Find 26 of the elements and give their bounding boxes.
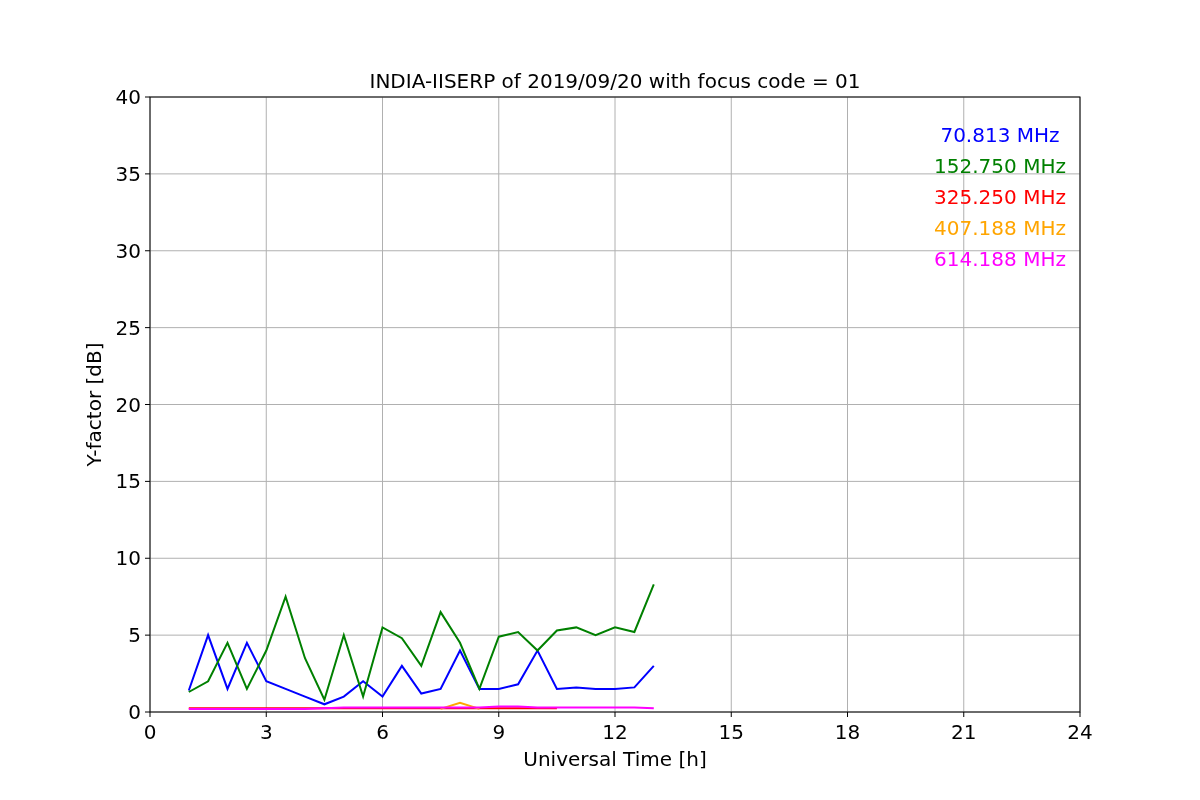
- tick-label: 0: [143, 720, 157, 744]
- legend-label: 407.188 MHz: [934, 216, 1066, 240]
- x-axis-label: Universal Time [h]: [523, 747, 707, 771]
- tick-label: 15: [718, 720, 744, 744]
- tick-label: 6: [376, 720, 389, 744]
- tick-label: 5: [128, 623, 141, 648]
- y-axis-label: Y-factor [dB]: [82, 342, 106, 467]
- tick-label: 18: [834, 720, 861, 744]
- tick-label: 0: [128, 700, 141, 724]
- legend-label: 152.750 MHz: [934, 154, 1066, 178]
- legend-label: 614.188 MHz: [934, 247, 1066, 271]
- tick-label: 21: [951, 720, 977, 744]
- tick-label: 30: [115, 238, 141, 263]
- legend-label: 325.250 MHz: [934, 185, 1066, 209]
- tick-label: 15: [115, 469, 141, 494]
- tick-label: 9: [492, 720, 506, 744]
- tick-label: 12: [602, 720, 628, 744]
- tick-label: 25: [115, 315, 141, 340]
- tick-label: 24: [1067, 720, 1093, 744]
- tick-label: 40: [115, 85, 141, 109]
- chart-title: INDIA-IISERP of 2019/09/20 with focus code = 01: [369, 69, 861, 93]
- tick-label: 3: [259, 720, 273, 744]
- tick-label: 35: [115, 161, 141, 186]
- tick-label: 20: [115, 392, 141, 417]
- tick-label: 10: [115, 546, 141, 571]
- legend-label: 70.813 MHz: [940, 123, 1060, 147]
